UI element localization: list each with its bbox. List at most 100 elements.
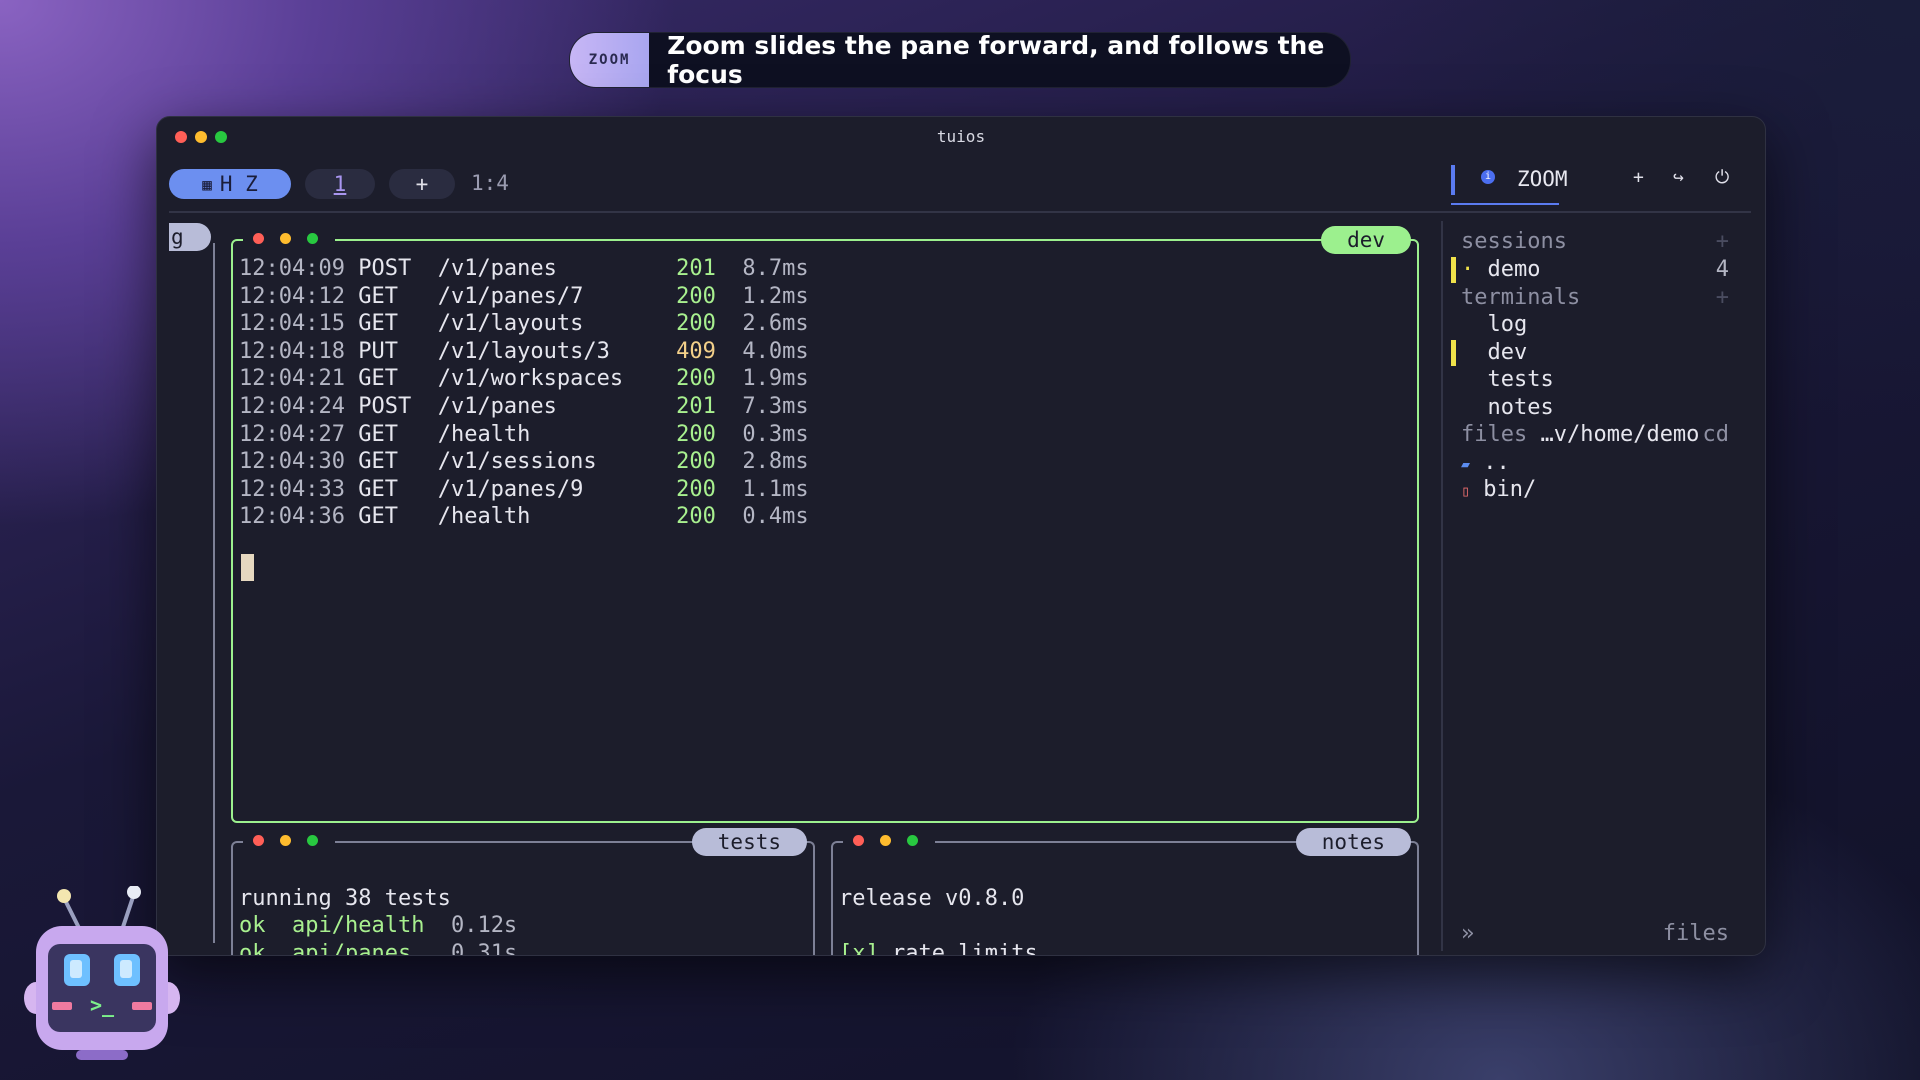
mode-accent-bar (1451, 165, 1455, 195)
file-item-bin[interactable]: ▯ bin/ (1461, 477, 1536, 502)
pane-minimize-dot[interactable] (880, 835, 891, 846)
test-time: 0.12s (450, 913, 518, 939)
tab-1[interactable]: 1 (305, 169, 375, 199)
log-row: 12:04:09 POST /v1/panes 201 8.7ms (239, 255, 809, 283)
log-time: 12:04:18 (239, 338, 345, 364)
terminal-window: tuios ▦ H Z 1 + 1:4 i ZOOM + ↪ ⏻ g dev 1… (156, 116, 1766, 956)
pane-name-notes[interactable]: notes (1295, 828, 1411, 856)
log-method: PUT (358, 338, 425, 364)
files-label: files (1461, 422, 1528, 447)
title-bar: tuios (157, 117, 1765, 157)
log-time: 12:04:36 (239, 504, 345, 530)
pane-name-tests[interactable]: tests (691, 828, 807, 856)
pane-name-dev[interactable]: dev (1321, 226, 1411, 254)
notes-content: release v0.8.0 [x] rate limits (839, 857, 1038, 956)
notes-line: rate limits (892, 940, 1038, 956)
bullet-icon: · (1461, 257, 1475, 282)
top-bar-divider (169, 211, 1751, 213)
add-tab-button[interactable]: + (389, 169, 455, 199)
mode-indicator: i ZOOM + ↪ ⏻ (1451, 165, 1751, 205)
log-row: 12:04:36 GET /health 200 0.4ms (239, 503, 809, 531)
log-method: POST (358, 393, 425, 419)
terminal-item-tests[interactable]: tests (1461, 367, 1554, 392)
workspace-mode-pill[interactable]: ▦ H Z (169, 169, 291, 199)
workspace-mode-label: H Z (219, 172, 258, 196)
log-method: GET (358, 421, 425, 447)
notes-line: release v0.8.0 (839, 885, 1025, 911)
files-footer-label: files (1662, 921, 1729, 946)
terminal-item-notes[interactable]: notes (1461, 395, 1554, 420)
file-icon: ▯ (1461, 482, 1471, 500)
test-status: ok (239, 913, 266, 939)
pane-close-dot[interactable] (253, 233, 264, 244)
log-path: /health (437, 504, 650, 530)
log-path: /v1/panes (437, 393, 650, 419)
log-time: 12:04:15 (239, 311, 345, 337)
log-time: 12:04:24 (239, 393, 345, 419)
test-status: ok (239, 940, 266, 956)
test-output: running 38 tests ok api/health 0.12s ok … (239, 857, 518, 956)
session-count: 4 (1715, 257, 1729, 282)
log-time: 12:04:12 (239, 283, 345, 309)
window-title: tuios (936, 127, 986, 146)
sidebar: sessions + · demo 4 terminals + log dev … (1441, 221, 1743, 951)
caption-tag: ZOOM (570, 33, 650, 87)
file-name: bin/ (1483, 477, 1537, 502)
terminal-label: log (1487, 312, 1528, 337)
log-path: /v1/layouts/3 (437, 338, 650, 364)
detach-icon[interactable]: ↪ (1673, 167, 1684, 188)
pane-maximize-dot[interactable] (907, 835, 918, 846)
log-row: 12:04:18 PUT /v1/layouts/3 409 4.0ms (239, 338, 809, 366)
log-path: /health (437, 421, 650, 447)
active-session-marker (1451, 257, 1456, 283)
files-path: …v/home/demo (1540, 422, 1700, 447)
log-duration: 1.2ms (742, 283, 809, 309)
log-duration: 0.3ms (742, 421, 809, 447)
log-path: /v1/panes (437, 256, 650, 281)
pane-minimize-dot[interactable] (280, 233, 291, 244)
log-duration: 0.4ms (742, 504, 809, 530)
test-header: running 38 tests (239, 885, 451, 911)
pane-maximize-dot[interactable] (307, 835, 318, 846)
power-icon[interactable]: ⏻ (1715, 167, 1729, 188)
offscreen-pane-tab[interactable]: g (169, 223, 211, 251)
tab-1-label: 1 (333, 172, 347, 196)
log-method: POST (358, 256, 425, 281)
add-terminal-button[interactable]: + (1716, 285, 1729, 310)
cd-button[interactable]: cd (1703, 422, 1730, 447)
plus-icon[interactable]: + (1633, 167, 1644, 188)
pane-close-dot[interactable] (253, 835, 264, 846)
log-row: 12:04:30 GET /v1/sessions 200 2.8ms (239, 448, 809, 476)
terminal-item-dev[interactable]: dev (1461, 340, 1528, 365)
add-session-button[interactable]: + (1716, 229, 1729, 254)
terminal-item-log[interactable]: log (1461, 312, 1528, 337)
log-status: 409 (676, 338, 716, 364)
robot-mascot-icon: >_ (24, 886, 180, 1060)
terminal-cursor (241, 554, 254, 581)
chevron-right-icon[interactable]: » (1461, 921, 1474, 946)
session-name: demo (1487, 257, 1541, 282)
log-row: 12:04:15 GET /v1/layouts 200 2.6ms (239, 310, 809, 338)
pane-tests[interactable]: tests running 38 tests ok api/health 0.1… (231, 828, 815, 956)
log-status: 200 (676, 283, 716, 309)
layout-ratio: 1:4 (471, 171, 509, 195)
pane-dev[interactable]: dev 12:04:09 POST /v1/panes 201 8.7ms 12:… (231, 226, 1419, 823)
terminal-label: dev (1487, 340, 1528, 365)
sessions-heading: sessions (1461, 229, 1567, 254)
log-status: 200 (676, 504, 716, 530)
test-time: 0.31s (450, 940, 518, 956)
log-duration: 2.6ms (742, 311, 809, 337)
log-row: 12:04:33 GET /v1/panes/9 200 1.1ms (239, 476, 809, 504)
test-name: api/health (292, 913, 425, 939)
log-duration: 2.8ms (742, 449, 809, 475)
caption-text: Zoom slides the pane forward, and follow… (667, 32, 1325, 88)
info-icon[interactable]: i (1481, 170, 1495, 184)
file-item-parent[interactable]: ▰ .. (1461, 450, 1510, 475)
pane-notes[interactable]: notes release v0.8.0 [x] rate limits (831, 828, 1419, 956)
pane-close-dot[interactable] (853, 835, 864, 846)
pane-minimize-dot[interactable] (280, 835, 291, 846)
pane-maximize-dot[interactable] (307, 233, 318, 244)
log-path: /v1/layouts (437, 311, 650, 337)
session-item-demo[interactable]: · demo (1461, 257, 1540, 282)
log-path: /v1/sessions (437, 449, 650, 475)
